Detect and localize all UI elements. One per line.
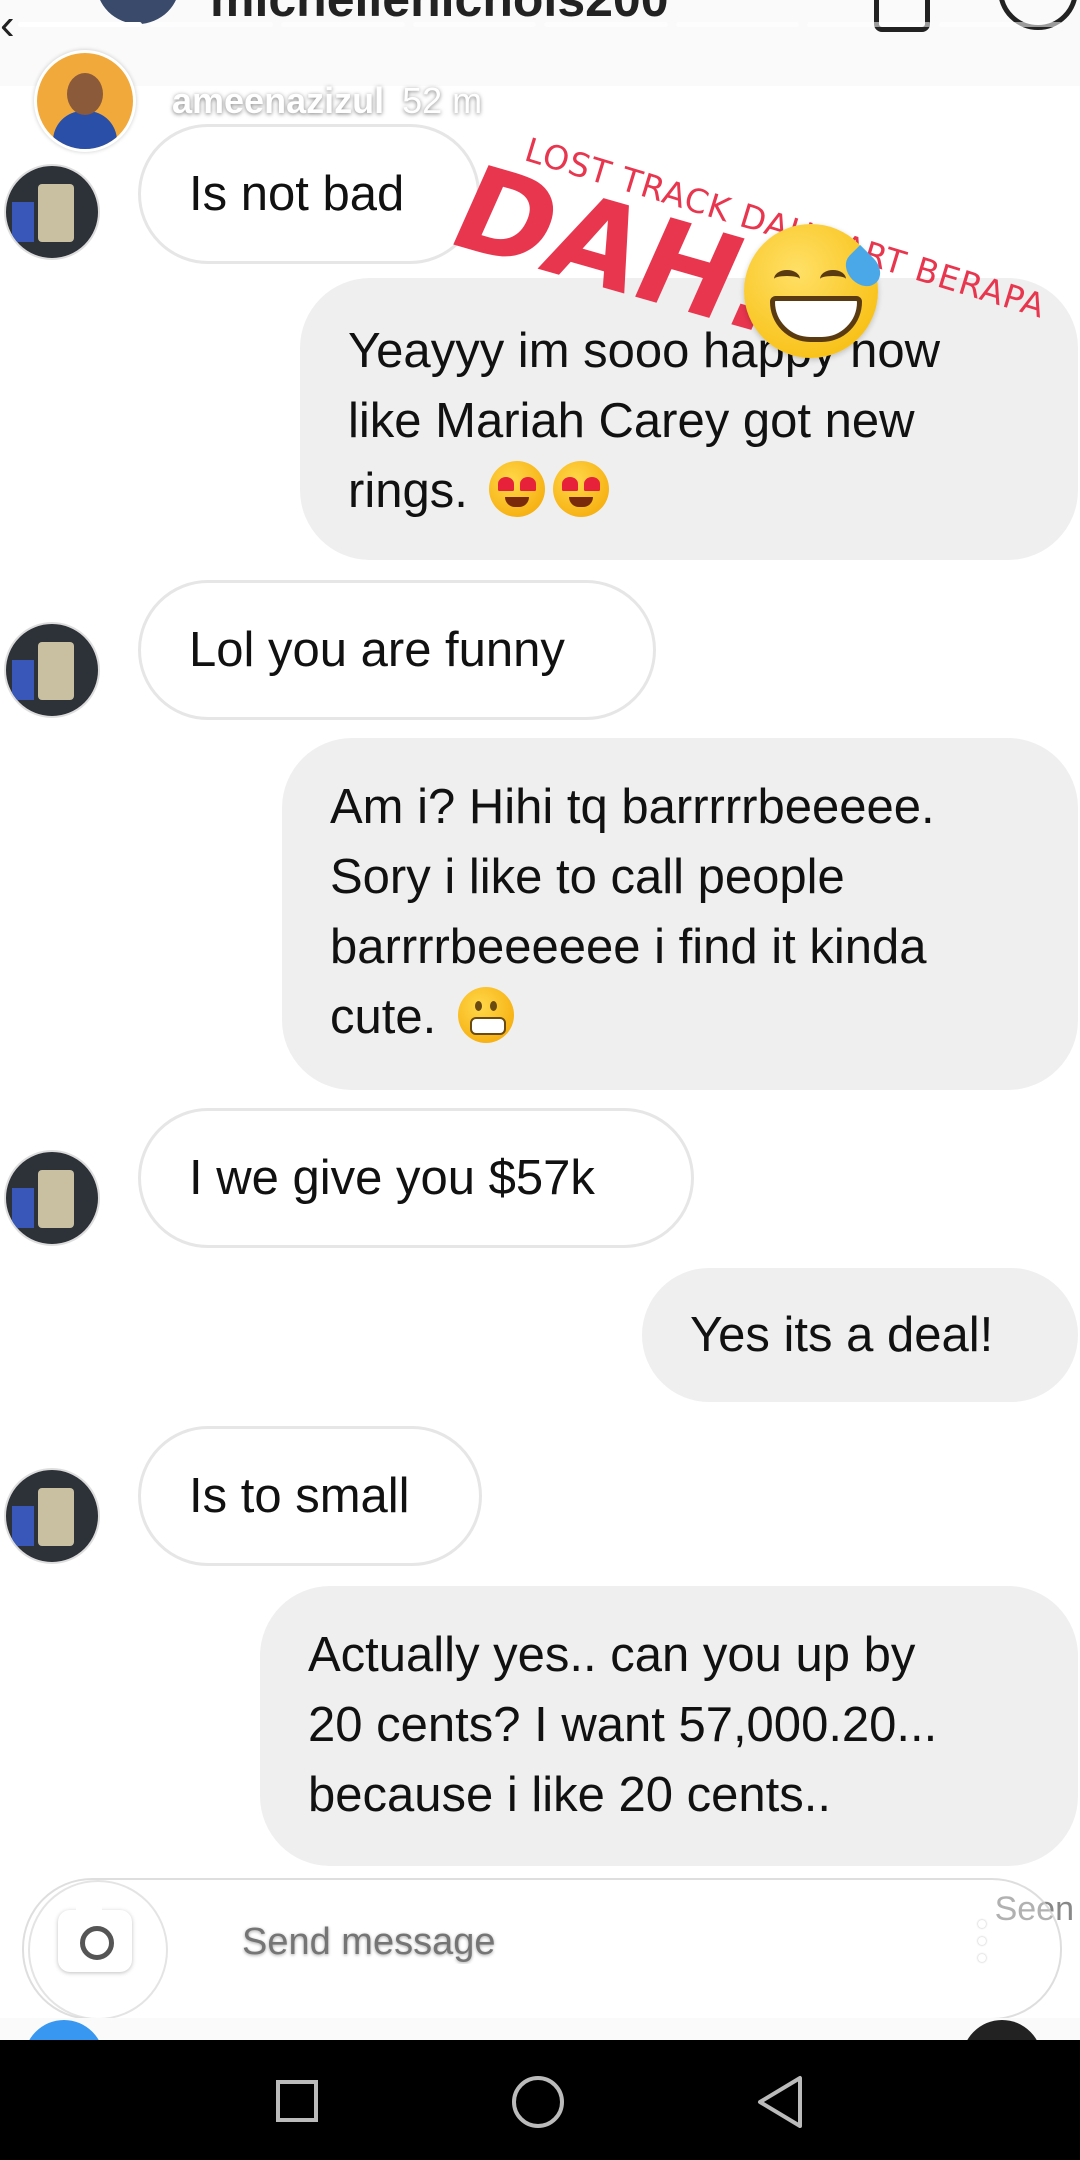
message-line-text: cute. (330, 990, 437, 1044)
message-line: Am i? Hihi tq barrrrrbeeeee. (330, 780, 935, 834)
progress-segment (412, 22, 536, 27)
progress-segment (18, 22, 142, 27)
recent-apps-icon[interactable] (270, 2074, 330, 2134)
grimacing-emoji-icon (457, 987, 514, 1043)
story-timestamp: 52 m (402, 80, 483, 121)
message-line: cute. (330, 982, 1030, 1052)
incoming-message[interactable]: Lol you are funny (138, 580, 656, 720)
sender-avatar[interactable] (4, 622, 100, 718)
underlying-composer (0, 2018, 1080, 2040)
camera-icon[interactable] (58, 1900, 132, 1972)
header-avatar[interactable] (96, 0, 180, 24)
outgoing-message[interactable]: Am i? Hihi tq barrrrrbeeeee. Sory i like… (282, 738, 1078, 1090)
progress-segment (544, 22, 668, 27)
message-line: Actually yes.. can you up by (308, 1628, 916, 1682)
progress-segment (807, 22, 931, 27)
heart-eyes-emoji-icon (553, 461, 610, 517)
sender-avatar[interactable] (4, 1150, 100, 1246)
progress-segment (938, 22, 1062, 27)
story-progress-bar (18, 22, 1062, 27)
heart-eyes-emoji-icon (489, 461, 546, 517)
grinning-sweat-emoji-icon (744, 224, 888, 358)
message-line: like Mariah Carey got new (348, 394, 915, 448)
story-avatar[interactable] (34, 50, 136, 152)
message-line: 20 cents? I want 57,000.20... (308, 1698, 938, 1752)
sender-avatar[interactable] (4, 1468, 100, 1564)
back-icon[interactable] (754, 2074, 814, 2134)
home-icon[interactable] (510, 2074, 570, 2134)
message-line: barrrrbeeeeee i find it kinda (330, 920, 927, 974)
message-line: because i like 20 cents.. (308, 1768, 831, 1822)
send-message-input[interactable] (240, 1920, 844, 1965)
incoming-message[interactable]: Is to small (138, 1426, 482, 1566)
incoming-message[interactable]: I we give you $57k (138, 1108, 694, 1248)
underlying-camera-icon (24, 2020, 104, 2040)
progress-segment (149, 22, 273, 27)
outgoing-message[interactable]: Actually yes.. can you up by 20 cents? I… (260, 1586, 1078, 1866)
story-username[interactable]: ameenazizul (172, 80, 384, 122)
outgoing-message[interactable]: Yes its a deal! (642, 1268, 1078, 1402)
progress-segment (281, 22, 405, 27)
message-line: Sory i like to call people (330, 850, 845, 904)
story-user-header: ameenazizul 52 m (34, 50, 482, 152)
video-call-icon[interactable] (874, 0, 930, 32)
message-line-text: rings. (348, 464, 468, 518)
back-arrow-icon[interactable]: ‹ (0, 0, 15, 50)
more-options-icon[interactable] (978, 1920, 986, 1970)
sender-avatar[interactable] (4, 164, 100, 260)
underlying-sticker-icon (962, 2020, 1042, 2040)
system-nav-bar (0, 2040, 1080, 2160)
progress-segment (675, 22, 799, 27)
message-line: rings. (348, 456, 1030, 526)
